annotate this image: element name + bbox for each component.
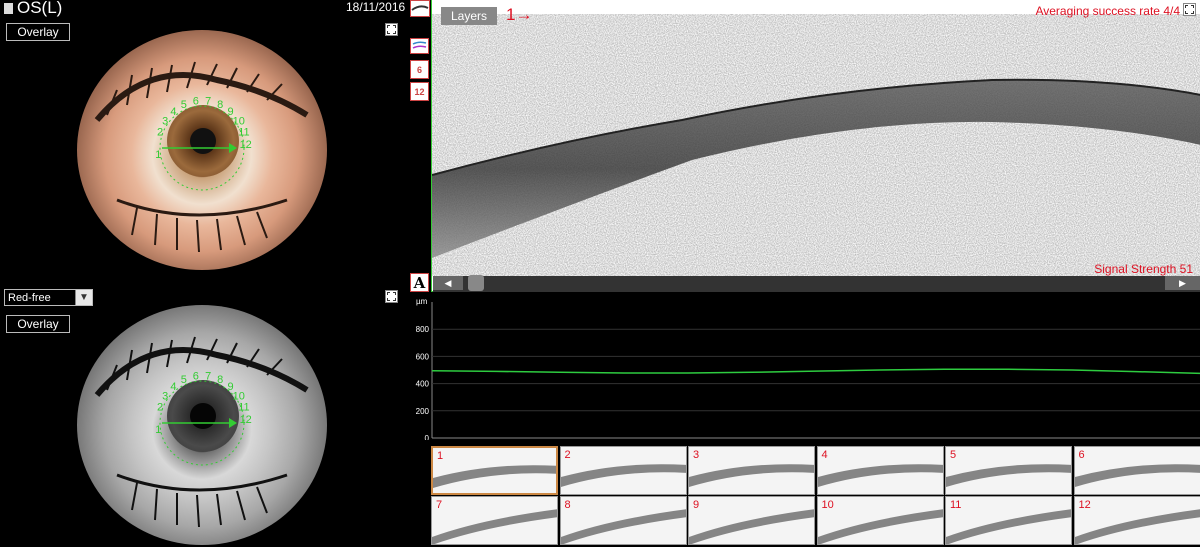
- eye-label: OS(L): [4, 0, 62, 18]
- scroll-right-icon[interactable]: ▶: [1165, 276, 1200, 290]
- oct-expand-icon[interactable]: [1183, 3, 1196, 16]
- scan-number-label: 5: [181, 374, 187, 386]
- thumbnail-number: 7: [436, 499, 443, 511]
- thumbnail-number: 8: [564, 499, 571, 511]
- scan-thumbnail[interactable]: 12: [1073, 496, 1200, 545]
- thumbnail-view-icon[interactable]: [410, 0, 430, 17]
- plot-tick-label: 600: [416, 352, 430, 361]
- oct-bscan-panel[interactable]: [431, 0, 1200, 292]
- scan-number-label: 10: [233, 115, 245, 127]
- layer-view-icon[interactable]: [410, 38, 429, 54]
- scan-number-label: 6: [193, 96, 199, 108]
- scan-thumbnail[interactable]: 10: [816, 496, 944, 545]
- plot-ylabel: µm: [416, 298, 428, 306]
- scan-number-label: 11: [238, 127, 249, 139]
- thumbnail-number: 3: [693, 449, 700, 461]
- plot-tick-label: 400: [416, 380, 430, 389]
- plot-tick-label: 0: [425, 434, 430, 440]
- thumbnail-number: 9: [693, 499, 700, 511]
- filter-select[interactable]: Red-free ▼: [4, 289, 93, 306]
- scan-number-label: 6: [193, 371, 199, 383]
- scan-number-label: 5: [181, 99, 187, 111]
- scan-overlay-top: 12345 6 7 89101112: [155, 96, 252, 191]
- scan-indicator: 1→: [506, 5, 533, 24]
- signal-strength: Signal Strength 51: [1094, 262, 1193, 276]
- thumbnail-number: 10: [821, 499, 834, 511]
- filter-select-value: Red-free: [8, 291, 51, 304]
- scan-number-label: 4: [170, 381, 176, 393]
- scan-thumbnail[interactable]: 9: [688, 496, 815, 545]
- layers-button[interactable]: Layers: [441, 7, 497, 25]
- thumbnail-number: 1: [437, 450, 444, 462]
- scan-overlay-bottom: 12345 6 7 89101112: [155, 371, 252, 466]
- scan-number-label: 8: [217, 374, 223, 386]
- scan-number-label: 7: [205, 371, 211, 383]
- color-fundus-image[interactable]: 1 2 3 4 5 6 7 8 9 10 11 12: [77, 30, 327, 270]
- annotation-button[interactable]: A: [410, 273, 429, 292]
- scan-number-label: 12: [240, 414, 252, 426]
- scan-thumbnail[interactable]: 4: [816, 446, 944, 495]
- thumbnail-image: [817, 509, 943, 544]
- scan-number-label: 3: [162, 390, 168, 402]
- thumbnail-image: [946, 509, 1071, 544]
- thumbnail-number: 5: [950, 449, 957, 461]
- scan-number-label: 2: [157, 127, 163, 139]
- scan-number-label: 1: [155, 424, 161, 436]
- thumbnail-image: [560, 509, 686, 544]
- expand-icon[interactable]: [385, 23, 398, 36]
- scan-number-label: 12: [240, 139, 252, 151]
- exam-date: 18/11/2016: [346, 0, 406, 14]
- averaging-rate: Averaging success rate 4/4: [1035, 4, 1180, 18]
- thumbnail-number: 11: [950, 499, 962, 511]
- scroll-thumb[interactable]: [468, 275, 484, 291]
- thumbnail-number: 2: [564, 449, 571, 461]
- eye-side-text: OS(L): [17, 0, 63, 17]
- thumbnail-image: [432, 509, 557, 544]
- scan-number-label: 1: [155, 149, 161, 161]
- scan-number-label: 4: [170, 106, 176, 118]
- expand-icon-bottom[interactable]: [385, 290, 398, 303]
- scan-number-label: 11: [238, 402, 249, 414]
- thumbnail-image: [689, 509, 814, 544]
- thumbnail-number: 6: [1078, 449, 1085, 461]
- scan-thumbnail[interactable]: 1: [431, 446, 558, 495]
- thumbnail-number: 4: [821, 449, 828, 461]
- overlay-button-bottom[interactable]: Overlay: [6, 315, 70, 333]
- scan-thumbnail[interactable]: 6: [1073, 446, 1200, 495]
- scroll-left-icon[interactable]: ◀: [433, 276, 463, 290]
- thumbnail-image: [1074, 464, 1200, 487]
- thumbnail-image: [433, 465, 556, 488]
- thumbnail-image: [689, 464, 814, 487]
- plot-tick-label: 800: [416, 325, 430, 334]
- scan-number-label: 7: [205, 96, 211, 108]
- red-free-fundus-image[interactable]: 1 2 3 4 5 6 7 8 9 10 11 12: [77, 305, 327, 545]
- thickness-plot: µm 0 200 400 600 800: [410, 298, 1200, 440]
- thumbnail-image: [560, 464, 686, 487]
- scan-number-label: 10: [233, 390, 245, 402]
- scan-thumbnail[interactable]: 5: [945, 446, 1072, 495]
- radial-6-button[interactable]: 6: [410, 60, 429, 79]
- thumbnail-image: [817, 464, 943, 487]
- radial-12-button[interactable]: 12: [410, 82, 429, 101]
- scan-thumbnail[interactable]: 11: [945, 496, 1072, 545]
- scan-thumbnail[interactable]: 8: [559, 496, 687, 545]
- overlay-button-top[interactable]: Overlay: [6, 23, 70, 41]
- scan-thumbnail[interactable]: 7: [431, 496, 558, 545]
- document-icon: [4, 2, 13, 14]
- scan-thumbnail[interactable]: 3: [688, 446, 815, 495]
- scan-number-label: 2: [157, 402, 163, 414]
- thumbnail-image: [946, 464, 1071, 487]
- plot-tick-label: 200: [416, 407, 430, 416]
- oct-scrollbar[interactable]: [433, 276, 1200, 292]
- scan-number-label: 3: [162, 115, 168, 127]
- thumbnail-number: 12: [1078, 499, 1091, 511]
- chevron-down-icon[interactable]: ▼: [75, 290, 92, 305]
- scan-thumbnail[interactable]: 2: [559, 446, 687, 495]
- oct-bscan-image: [431, 0, 1200, 276]
- thumbnail-image: [1074, 509, 1200, 544]
- scan-number-label: 8: [217, 99, 223, 111]
